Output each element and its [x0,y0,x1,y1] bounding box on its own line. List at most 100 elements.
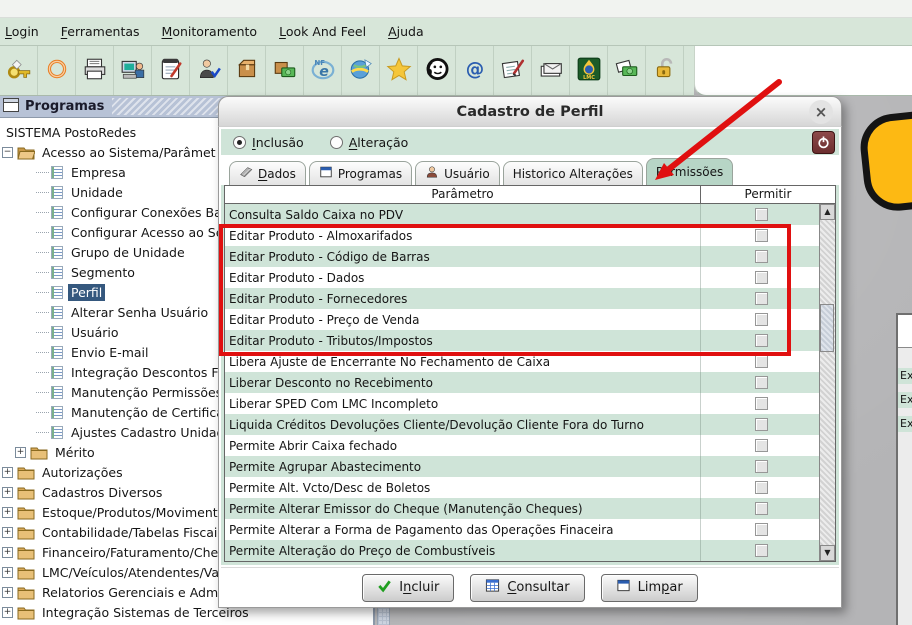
permitir-checkbox[interactable] [755,334,768,347]
table-row[interactable]: Libera Ajuste de Encerrante No Fechament… [225,351,835,372]
permitir-checkbox[interactable] [755,292,768,305]
expand-plus-icon[interactable]: + [2,507,13,518]
toolbar-button-envelope[interactable] [532,46,570,95]
toolbar-button-note-pen[interactable] [494,46,532,95]
permitir-checkbox[interactable] [755,397,768,410]
window-icon [319,165,333,182]
expand-plus-icon[interactable]: + [2,587,13,598]
dialog-title-bar[interactable]: Cadastro de Perfil × [218,96,842,126]
incluir-button[interactable]: Incluir [362,574,454,602]
tree-connector [36,392,49,393]
table-row[interactable]: Editar Produto - Tributos/Impostos [225,330,835,351]
tab-permissoes[interactable]: Permissões [646,158,733,185]
permitir-checkbox[interactable] [755,439,768,452]
tab-usuario[interactable]: Usuário [415,161,500,185]
expand-plus-icon[interactable]: + [2,467,13,478]
table-row[interactable]: Permite Alteração do Preço de Combustíve… [225,540,835,561]
toolbar-button-cards-money[interactable] [608,46,646,95]
toolbar-button-package[interactable] [228,46,266,95]
permitir-checkbox[interactable] [755,271,768,284]
parametro-cell: Liquida Créditos Devoluções Cliente/Devo… [225,414,701,435]
permitir-checkbox[interactable] [755,208,768,221]
table-row[interactable]: Liberar SPED Com LMC Incompleto [225,393,835,414]
toolbar-button-login-key[interactable] [0,46,38,95]
tree-item-label: Grupo de Unidade [68,244,188,261]
toolbar-button-globe[interactable] [342,46,380,95]
permitir-checkbox[interactable] [755,460,768,473]
expand-plus-icon[interactable]: + [15,447,26,458]
collapse-minus-icon[interactable]: − [2,147,13,158]
permitir-checkbox[interactable] [755,418,768,431]
table-scrollbar[interactable]: ▲ ▼ [819,204,835,561]
tree-item-label: LMC/Veículos/Atendentes/Va [39,564,222,581]
package-icon [234,56,260,86]
table-row[interactable]: Liquida Créditos Devoluções Cliente/Devo… [225,414,835,435]
mode-radio-alteracao[interactable]: Alteração [330,135,409,150]
toolbar-button-user-check[interactable] [190,46,228,95]
permitir-checkbox[interactable] [755,229,768,242]
permitir-checkbox[interactable] [755,250,768,263]
mode-radio-inclusao[interactable]: Inclusão [233,135,304,150]
tree-item-label: Acesso ao Sistema/Parâmet [39,144,219,161]
table-row[interactable]: Permite Alterar a Forma de Pagamento das… [225,519,835,540]
menu-item-ferramentas[interactable]: Ferramentas [61,24,140,39]
menu-item-look-and-feel[interactable]: Look And Feel [279,24,366,39]
table-row[interactable]: Editar Produto - Código de Barras [225,246,835,267]
permissions-table: Parâmetro Permitir Consulta Saldo Caixa … [224,185,836,562]
permitir-checkbox[interactable] [755,376,768,389]
toolbar-button-headset[interactable] [418,46,456,95]
toolbar-button-nfe[interactable]: NFe [304,46,342,95]
menu-item-ajuda[interactable]: Ajuda [388,24,424,39]
parametro-cell: Permite Alteração do Preço de Combustíve… [225,540,701,561]
background-window-edge[interactable]: ExExEx [896,313,912,625]
permitir-checkbox[interactable] [755,355,768,368]
expand-plus-icon[interactable]: + [2,547,13,558]
parametro-cell: Editar Produto - Fornecedores [225,288,701,309]
table-row[interactable]: Editar Produto - Almoxarifados [225,225,835,246]
toolbar-button-padlock-open[interactable] [646,46,684,95]
scroll-down-icon[interactable]: ▼ [820,545,835,561]
table-row[interactable]: Editar Produto - Preço de Venda [225,309,835,330]
expand-plus-icon[interactable]: + [2,607,13,618]
button-label: Incluir [399,580,439,595]
close-icon[interactable]: × [809,100,833,124]
toolbar-button-workstation[interactable] [114,46,152,95]
table-row[interactable]: Permite Abrir Caixa fechado [225,435,835,456]
table-row[interactable]: Permite Alt. Vcto/Desc de Boletos [225,477,835,498]
table-row[interactable]: Consulta Saldo Caixa no PDV [225,204,835,225]
expand-plus-icon[interactable]: + [2,487,13,498]
table-row[interactable]: Liberar Desconto no Recebimento [225,372,835,393]
toolbar-button-notepad[interactable] [152,46,190,95]
table-row[interactable]: Editar Produto - Dados [225,267,835,288]
toolbar-button-package-money[interactable] [266,46,304,95]
nfe-icon: NFe [310,56,336,86]
table-row[interactable]: Editar Produto - Fornecedores [225,288,835,309]
permitir-checkbox[interactable] [755,313,768,326]
menu-item-monitoramento[interactable]: Monitoramento [162,24,258,39]
permitir-checkbox[interactable] [755,523,768,536]
toolbar-button-refresh-ring[interactable] [38,46,76,95]
table-row[interactable]: Permite Agrupar Abastecimento [225,456,835,477]
menu-item-login[interactable]: Login [5,24,39,39]
scrollbar-thumb[interactable] [820,304,834,352]
toolbar-button-lmc[interactable]: LMC [570,46,608,95]
toolbar-button-printer[interactable] [76,46,114,95]
permitir-checkbox[interactable] [755,481,768,494]
toolbar-button-star[interactable] [380,46,418,95]
refresh-ring-icon [44,56,70,86]
tab-dados[interactable]: Dados [229,161,306,185]
limpar-button[interactable]: Limpar [601,574,698,602]
papers-icon [239,165,253,182]
background-window-header [898,315,912,348]
consultar-button[interactable]: Consultar [470,574,584,602]
expand-plus-icon[interactable]: + [2,567,13,578]
permitir-checkbox[interactable] [755,502,768,515]
exit-power-button[interactable] [812,131,835,154]
permitir-checkbox[interactable] [755,544,768,557]
table-row[interactable]: Permite Alterar Emissor do Cheque (Manut… [225,498,835,519]
tab-programas[interactable]: Programas [309,161,412,185]
toolbar-button-at-sign[interactable]: @ [456,46,494,95]
expand-plus-icon[interactable]: + [2,527,13,538]
tab-historico-alteracoes[interactable]: Historico Alterações [503,161,643,185]
scroll-up-icon[interactable]: ▲ [820,204,835,220]
